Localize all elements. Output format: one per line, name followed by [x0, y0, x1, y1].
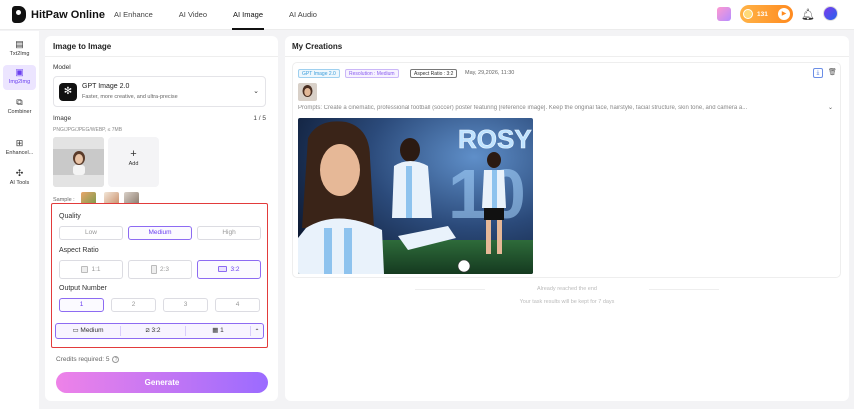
avatar[interactable] [823, 6, 838, 21]
settings-summary-bar[interactable]: ▭ Medium ⧄ 3:2 ▦ 1 ⌃ [55, 323, 264, 339]
output-1[interactable]: 1 [59, 298, 104, 312]
ratio-label: 3:2 [230, 266, 240, 273]
model-tag: GPT Image 2.0 [298, 69, 340, 78]
quality-label: Quality [59, 213, 81, 220]
credits-required: Credits required: 5? [56, 356, 120, 363]
output-4[interactable]: 4 [215, 298, 260, 312]
format-hint: PNG/JPG/JPEG/WEBP, ≤ 7MB [53, 127, 123, 133]
model-name: GPT Image 2.0 [82, 83, 130, 90]
summary-count: ▦ 1 [186, 326, 251, 336]
info-icon[interactable]: ? [112, 356, 120, 363]
creation-card: GPT Image 2.0 Resolution : Medium Aspect… [292, 62, 841, 278]
gift-icon[interactable] [717, 7, 731, 21]
divider [285, 56, 849, 57]
rail-label: Txt2Img [9, 51, 30, 57]
output-3[interactable]: 3 [163, 298, 208, 312]
app-name: HitPaw Online [31, 8, 105, 21]
count-icon: ▦ [212, 327, 221, 334]
summary-ratio-value: 3:2 [151, 327, 161, 334]
image-count: 1 / 5 [253, 115, 266, 122]
summary-quality-value: Medium [80, 327, 104, 334]
quality-medium[interactable]: Medium [128, 226, 192, 240]
top-bar: HitPaw Online AI Enhance AI Video AI Ima… [0, 0, 854, 30]
reference-thumb[interactable] [298, 83, 317, 101]
rail-item-ai-tools[interactable]: ✣ AI Tools [3, 166, 36, 191]
my-creations-panel: My Creations GPT Image 2.0 Resolution : … [285, 36, 849, 401]
nav-ai-video[interactable]: AI Video [178, 0, 208, 30]
left-rail: ▤ Txt2Img ▣ Img2Img ⧉ Combiner ⊞ Enhance… [0, 31, 39, 409]
summary-quality: ▭ Medium [56, 326, 121, 336]
ratio-3-2[interactable]: 3:2 [197, 260, 261, 279]
text-to-image-icon: ▤ [15, 39, 24, 49]
quality-high[interactable]: High [197, 226, 261, 240]
plus-icon: + [130, 148, 137, 160]
logo[interactable]: HitPaw Online [12, 6, 105, 23]
play-icon: ▶ [778, 8, 790, 20]
add-label: Add [128, 161, 139, 167]
landscape-ratio-icon [218, 266, 228, 273]
summary-count-value: 1 [220, 327, 224, 334]
end-of-list-text: Already reached the end [537, 286, 597, 292]
rail-item-txt2img[interactable]: ▤ Txt2Img [3, 37, 36, 62]
chevron-down-icon[interactable]: ⌄ [828, 104, 833, 111]
enhance-icon: ⊞ [15, 138, 24, 148]
model-label: Model [53, 64, 71, 71]
ratio-label: 1:1 [91, 266, 101, 273]
credits-pill[interactable]: 131 ▶ [740, 5, 793, 23]
quality-low[interactable]: Low [59, 226, 123, 240]
rail-label: AI Tools [9, 180, 30, 186]
rail-label: Enhancel... [5, 150, 34, 156]
ratio-1-1[interactable]: 1:1 [59, 260, 123, 279]
prompt-text: Prompts: Create a cinematic, professiona… [298, 105, 748, 111]
nav-ai-audio[interactable]: AI Audio [288, 0, 318, 30]
ratio-label: 2:3 [159, 266, 170, 273]
logo-icon [12, 6, 26, 23]
download-icon[interactable]: ⤓ [813, 68, 823, 78]
image-label: Image [53, 115, 72, 122]
trash-icon[interactable]: 🗑︎ [828, 68, 837, 76]
rail-label: Img2Img [8, 79, 31, 85]
rail-item-combiner[interactable]: ⧉ Combiner [3, 95, 36, 120]
divider [45, 56, 278, 57]
aspect-ratio-label: Aspect Ratio [59, 247, 99, 254]
output-number-label: Output Number [59, 285, 107, 292]
chevron-up-icon[interactable]: ⌃ [251, 328, 263, 335]
panel-title: Image to Image [53, 42, 112, 51]
credits-required-text: Credits required: 5 [56, 356, 110, 363]
portrait-ratio-icon [150, 264, 157, 274]
chevron-down-icon: ⌄ [253, 88, 259, 95]
creation-date: May, 29,2026, 11:30 [465, 70, 515, 76]
ratio-2-3[interactable]: 2:3 [128, 260, 192, 279]
model-select[interactable]: ✻ GPT Image 2.0 Faster, more creative, a… [53, 76, 266, 107]
image-to-image-icon: ▣ [15, 67, 24, 77]
model-desc: Faster, more creative, and ultra-precise [82, 94, 178, 100]
main-nav: AI Enhance AI Video AI Image AI Audio [113, 0, 342, 30]
openai-icon: ✻ [59, 83, 77, 101]
uploaded-image-thumb[interactable] [53, 137, 104, 187]
generate-button[interactable]: Generate [56, 372, 268, 393]
square-ratio-icon [81, 265, 89, 273]
combiner-icon: ⧉ [16, 97, 23, 107]
nav-ai-enhance[interactable]: AI Enhance [113, 0, 154, 30]
rail-item-enhance[interactable]: ⊞ Enhancel... [3, 136, 36, 161]
retention-text: Your task results will be kept for 7 day… [519, 299, 615, 305]
ratio-tag: Aspect Ratio : 3:2 [410, 69, 458, 78]
tools-icon: ✣ [15, 168, 24, 178]
generation-settings: Quality Low Medium High Aspect Ratio 1:1… [51, 203, 268, 348]
add-image-button[interactable]: + Add [108, 137, 159, 187]
generated-image[interactable]: ROSY 10 [298, 118, 533, 274]
output-2[interactable]: 2 [111, 298, 156, 312]
rail-item-img2img[interactable]: ▣ Img2Img [3, 65, 36, 90]
divider [649, 289, 719, 290]
coin-icon [743, 9, 753, 19]
panel-title: My Creations [292, 42, 343, 51]
nav-ai-image[interactable]: AI Image [232, 0, 265, 30]
credits-count: 131 [757, 10, 768, 18]
poster-name-text: ROSY [458, 124, 532, 154]
bell-icon[interactable]: 🔔︎ [801, 8, 815, 21]
summary-ratio: ⧄ 3:2 [121, 326, 186, 336]
resolution-tag: Resolution : Medium [345, 69, 399, 78]
rail-label: Combiner [7, 109, 32, 115]
